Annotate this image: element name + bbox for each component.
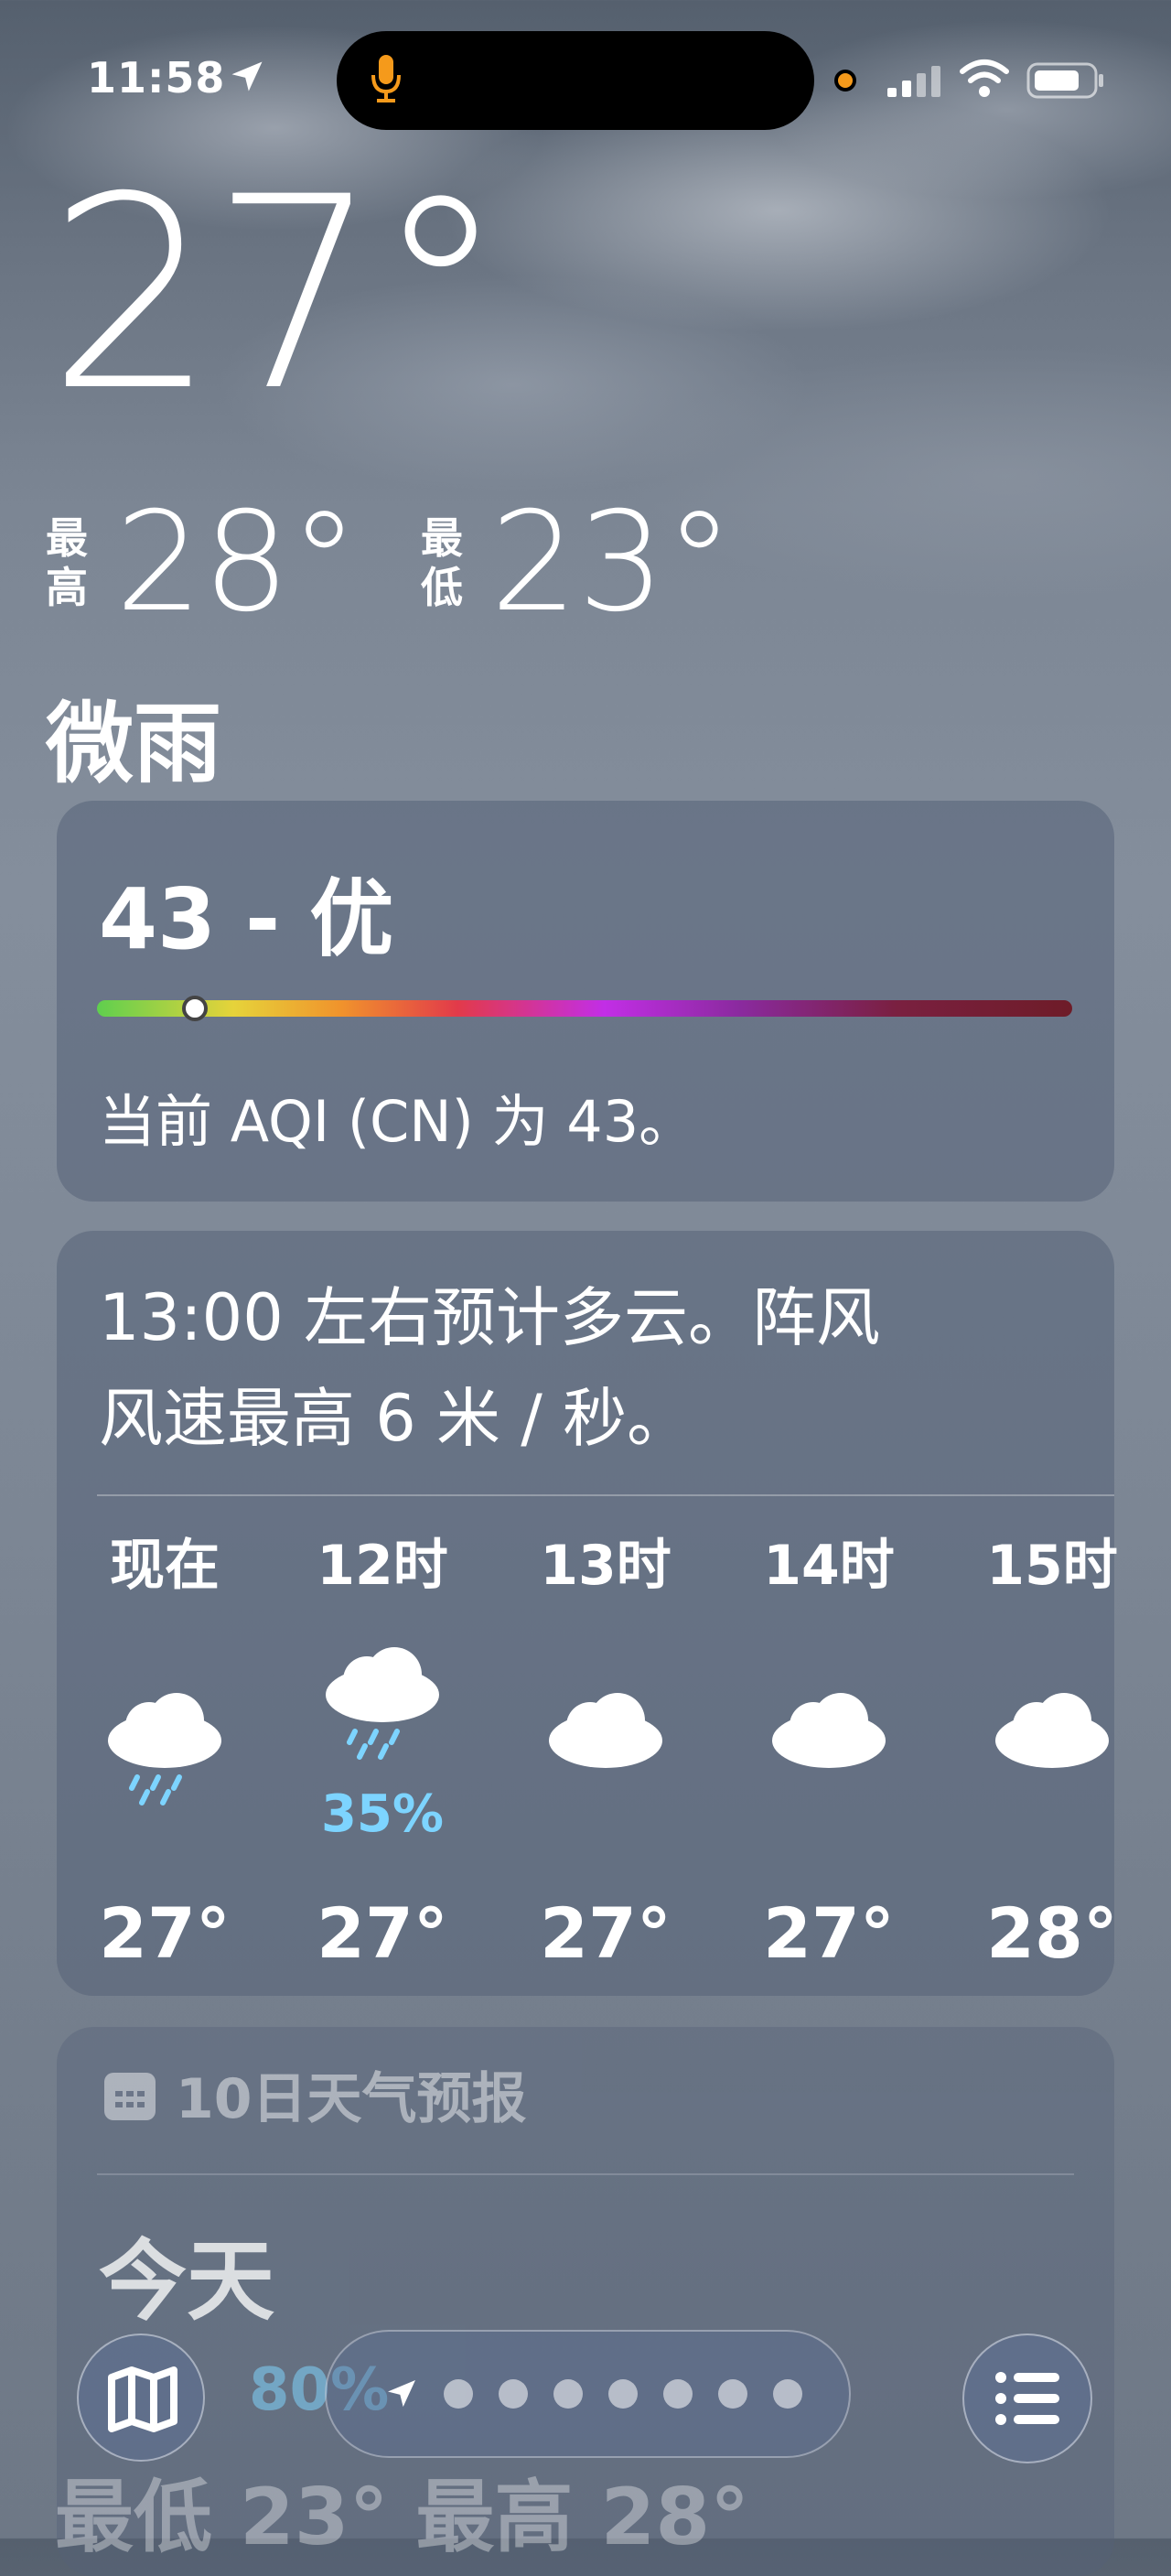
ten-day-header: 10日天气预报 <box>101 2054 527 2134</box>
hour-label: 现在 <box>110 1534 220 1598</box>
aqi-scale-bar <box>97 996 1072 1021</box>
page-dot[interactable] <box>499 2379 528 2409</box>
weather-condition: 微雨 <box>46 693 221 795</box>
status-time: 11:58 <box>87 53 226 102</box>
daily-today-lowhigh: 最低 23° 最高 28° <box>55 2472 750 2563</box>
aqi-value: 43 - 优 <box>99 870 394 968</box>
list-button[interactable] <box>962 2333 1092 2463</box>
dynamic-island <box>337 31 814 130</box>
page-dot[interactable] <box>553 2379 583 2409</box>
list-icon <box>995 2372 1059 2425</box>
hour-precip: 35% <box>320 1784 445 1844</box>
ten-day-title: 10日天气预报 <box>176 2067 527 2131</box>
hourly-divider <box>97 1494 1114 1496</box>
hour-label: 12时 <box>317 1534 448 1598</box>
page-dot[interactable] <box>444 2379 473 2409</box>
page-dot[interactable] <box>718 2379 747 2409</box>
daily-divider <box>97 2173 1074 2175</box>
low-temperature: 23° <box>490 483 734 642</box>
hourly-summary: 13:00 左右预计多云。阵风 风速最高 6 米 / 秒。 <box>99 1280 880 1456</box>
current-temperature: 27° <box>48 141 507 449</box>
cloud-icon <box>537 1675 674 1816</box>
hourly-forecast-card[interactable]: 13:00 左右预计多云。阵风 风速最高 6 米 / 秒。 <box>57 1231 1114 1996</box>
cellular-signal-icon <box>887 66 940 97</box>
hour-temperature: 27° <box>317 1892 448 1974</box>
recording-indicator <box>834 70 856 92</box>
microphone-icon <box>371 55 401 102</box>
hour-temperature: 27° <box>763 1892 895 1974</box>
wifi-icon <box>960 59 1009 97</box>
page-dot[interactable] <box>663 2379 693 2409</box>
location-arrow-icon <box>231 61 263 92</box>
daily-today-label: 今天 <box>99 2230 274 2333</box>
hour-temperature: 28° <box>986 1892 1118 1974</box>
map-button[interactable] <box>77 2333 205 2462</box>
high-temperature: 28° <box>115 483 359 642</box>
location-arrow-icon <box>388 2380 415 2408</box>
page-dot[interactable] <box>773 2379 802 2409</box>
hour-label: 15时 <box>986 1534 1118 1598</box>
hour-temperature: 27° <box>540 1892 671 1974</box>
aqi-indicator <box>181 996 208 1021</box>
page-dot[interactable] <box>608 2379 638 2409</box>
rain-cloud-icon <box>96 1675 233 1816</box>
low-temp-group: 最 低 23° <box>421 494 734 631</box>
hour-temperature: 27° <box>99 1892 231 1974</box>
status-bar: 11:58 <box>0 0 1171 156</box>
high-label: 最 高 <box>46 513 88 612</box>
cloud-icon <box>760 1675 897 1816</box>
battery-icon <box>1026 62 1103 99</box>
calendar-icon <box>104 2072 156 2120</box>
air-quality-card[interactable]: 43 - 优 当前 AQI (CN) 为 43。 <box>57 801 1114 1202</box>
hour-label: 13时 <box>540 1534 671 1598</box>
map-icon <box>108 2366 177 2432</box>
rain-cloud-icon <box>314 1629 451 1770</box>
location-pager[interactable] <box>325 2330 851 2458</box>
low-label: 最 低 <box>421 513 463 612</box>
aqi-description: 当前 AQI (CN) 为 43。 <box>99 1088 696 1155</box>
cloud-icon <box>983 1675 1121 1816</box>
high-temp-group: 最 高 28° <box>46 494 359 631</box>
hour-label: 14时 <box>763 1534 895 1598</box>
